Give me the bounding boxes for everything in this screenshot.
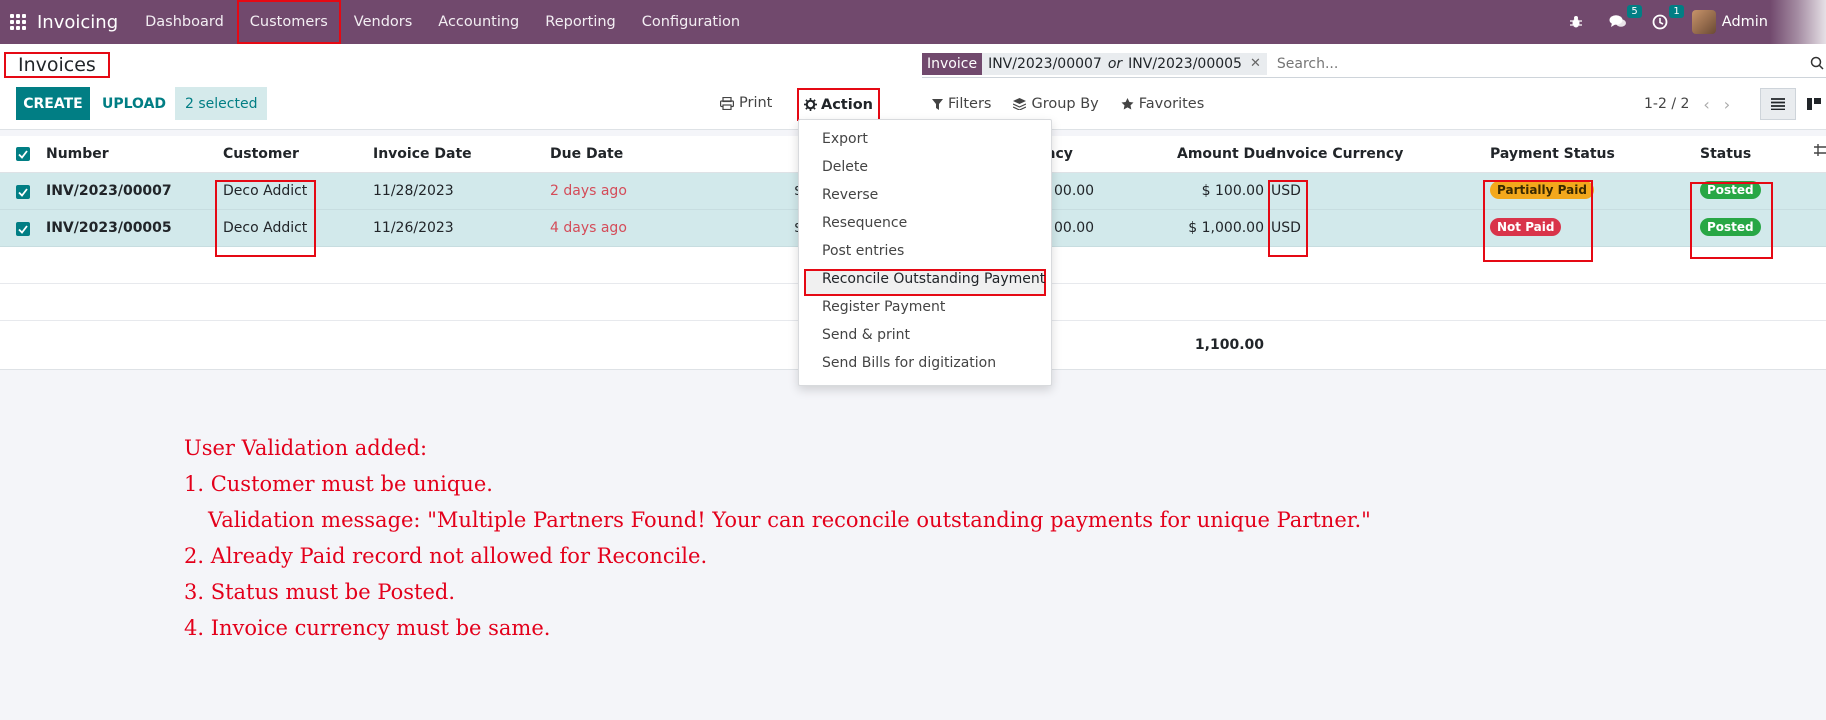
pager: 1-2 / 2 ‹ › xyxy=(1644,90,1730,118)
select-all-checkbox[interactable] xyxy=(16,147,30,161)
total-amount-due: 1,100.00 xyxy=(1194,337,1264,353)
nav-customers[interactable]: Customers xyxy=(236,0,341,44)
highlight-currency xyxy=(1268,180,1308,257)
nav-vendors[interactable]: Vendors xyxy=(341,0,426,44)
layers-icon xyxy=(1013,98,1027,110)
cell-invoice-date: 11/28/2023 xyxy=(373,183,454,199)
col-customer[interactable]: Customer xyxy=(223,146,299,162)
printer-icon xyxy=(720,96,734,110)
col-due-date[interactable]: Due Date xyxy=(550,146,623,162)
col-invoice-currency[interactable]: Invoice Currency xyxy=(1271,146,1403,162)
nav-dashboard[interactable]: Dashboard xyxy=(132,0,237,44)
search-bar[interactable]: Invoice INV/2023/00007 or INV/2023/00005… xyxy=(922,50,1826,78)
action-label: Action xyxy=(820,96,873,113)
cell-tax-partial: 00.00 xyxy=(1054,183,1095,199)
facet-value-1: INV/2023/00007 xyxy=(988,55,1102,72)
notes-line-4: 4. Invoice currency must be same. xyxy=(184,616,551,640)
star-icon xyxy=(1121,98,1134,110)
notes-heading: User Validation added: xyxy=(184,436,428,460)
search-facet-values: INV/2023/00007 or INV/2023/00005 ✕ xyxy=(982,52,1267,75)
navbar-fade xyxy=(1770,0,1826,44)
favorites-label: Favorites xyxy=(1138,96,1205,112)
upload-button[interactable]: UPLOAD xyxy=(98,87,170,120)
highlight-status xyxy=(1690,182,1773,259)
search-facet-label: Invoice xyxy=(922,52,983,75)
row-checkbox[interactable] xyxy=(16,185,30,199)
navbar-systray: 5 1 Admin xyxy=(1566,0,1826,44)
menu-item-resequence[interactable]: Resequence xyxy=(822,215,907,231)
activities-badge: 1 xyxy=(1669,5,1684,18)
cell-invoice-date: 11/26/2023 xyxy=(373,220,454,236)
search-options: Filters Group By Favorites xyxy=(932,90,1204,118)
notes-line-2: 2. Already Paid record not allowed for R… xyxy=(184,544,708,568)
notes-line-1-detail: Validation message: "Multiple Partners F… xyxy=(208,508,1371,532)
notes-line-3: 3. Status must be Posted. xyxy=(184,580,456,604)
cell-due-date: 4 days ago xyxy=(550,220,627,236)
gear-icon xyxy=(803,98,817,111)
favorites-button[interactable]: Favorites xyxy=(1121,96,1205,112)
menu-item-reconcile-outstanding-payment[interactable]: Reconcile Outstanding Payment xyxy=(822,271,1045,287)
col-amount-due[interactable]: Amount Due xyxy=(1177,146,1275,162)
col-payment-status[interactable]: Payment Status xyxy=(1490,146,1615,162)
filters-button[interactable]: Filters xyxy=(932,96,991,112)
list-view-icon[interactable] xyxy=(1760,88,1796,120)
filter-icon xyxy=(932,98,943,110)
nav-accounting[interactable]: Accounting xyxy=(425,0,532,44)
messages-icon[interactable]: 5 xyxy=(1608,5,1642,32)
cell-number: INV/2023/00007 xyxy=(46,183,172,199)
page-title: Invoices xyxy=(4,52,110,78)
menu-item-register-payment[interactable]: Register Payment xyxy=(822,299,945,315)
highlight-payment-status xyxy=(1483,180,1593,262)
top-navbar: Invoicing Dashboard Customers Vendors Ac… xyxy=(0,0,1826,44)
facet-remove-icon[interactable]: ✕ xyxy=(1250,53,1261,75)
nav-reporting[interactable]: Reporting xyxy=(532,0,629,44)
cell-amount-due: $ 100.00 xyxy=(1201,183,1264,199)
menu-item-delete[interactable]: Delete xyxy=(822,159,868,175)
filters-label: Filters xyxy=(948,96,992,112)
action-button[interactable]: Action xyxy=(797,88,880,121)
search-input[interactable] xyxy=(1276,55,1826,72)
cell-due-date: 2 days ago xyxy=(550,183,627,199)
facet-or: or xyxy=(1107,55,1123,72)
apps-menu-icon[interactable] xyxy=(10,14,26,30)
highlight-customers xyxy=(215,180,316,257)
menu-item-send-bills-digitization[interactable]: Send Bills for digitization xyxy=(822,355,996,371)
col-status[interactable]: Status xyxy=(1700,146,1751,162)
selected-count-badge[interactable]: 2 selected xyxy=(175,87,268,120)
menu-item-send-print[interactable]: Send & print xyxy=(822,327,910,343)
pager-value[interactable]: 1-2 / 2 xyxy=(1644,96,1689,112)
search-icon[interactable] xyxy=(1810,56,1824,70)
pager-previous-icon[interactable]: ‹ xyxy=(1703,95,1709,114)
activity-clock-icon[interactable]: 1 xyxy=(1650,5,1684,32)
group-by-button[interactable]: Group By xyxy=(1013,96,1099,112)
row-checkbox[interactable] xyxy=(16,222,30,236)
user-avatar[interactable] xyxy=(1691,10,1716,34)
cell-amount-due: $ 1,000.00 xyxy=(1188,220,1264,236)
menu-item-export[interactable]: Export xyxy=(822,131,868,147)
user-menu[interactable]: Admin xyxy=(1722,14,1768,30)
create-button[interactable]: CREATE xyxy=(16,87,90,120)
action-dropdown-menu: Export Delete Reverse Resequence Post en… xyxy=(798,119,1052,386)
optional-columns-icon[interactable] xyxy=(1814,144,1826,160)
cell-tax-partial: 00.00 xyxy=(1054,220,1095,236)
menu-item-post-entries[interactable]: Post entries xyxy=(822,243,904,259)
nav-configuration[interactable]: Configuration xyxy=(629,0,753,44)
view-switcher xyxy=(1760,88,1826,120)
pager-next-icon[interactable]: › xyxy=(1724,95,1730,114)
kanban-view-icon[interactable] xyxy=(1796,88,1826,120)
app-brand[interactable]: Invoicing xyxy=(37,12,118,33)
control-panel: Invoices CREATE UPLOAD 2 selected Print … xyxy=(0,44,1826,130)
bug-icon[interactable] xyxy=(1566,12,1586,32)
validation-notes: User Validation added: 1. Customer must … xyxy=(184,430,1371,646)
cell-number: INV/2023/00005 xyxy=(46,220,172,236)
col-number[interactable]: Number xyxy=(46,146,109,162)
group-by-label: Group By xyxy=(1031,96,1099,112)
messages-badge: 5 xyxy=(1627,5,1642,18)
menu-item-reverse[interactable]: Reverse xyxy=(822,187,878,203)
col-invoice-date[interactable]: Invoice Date xyxy=(373,146,472,162)
print-button[interactable]: Print xyxy=(720,88,772,118)
facet-value-2: INV/2023/00005 xyxy=(1128,55,1242,72)
notes-line-1: 1. Customer must be unique. xyxy=(184,472,493,496)
print-label: Print xyxy=(739,95,773,111)
